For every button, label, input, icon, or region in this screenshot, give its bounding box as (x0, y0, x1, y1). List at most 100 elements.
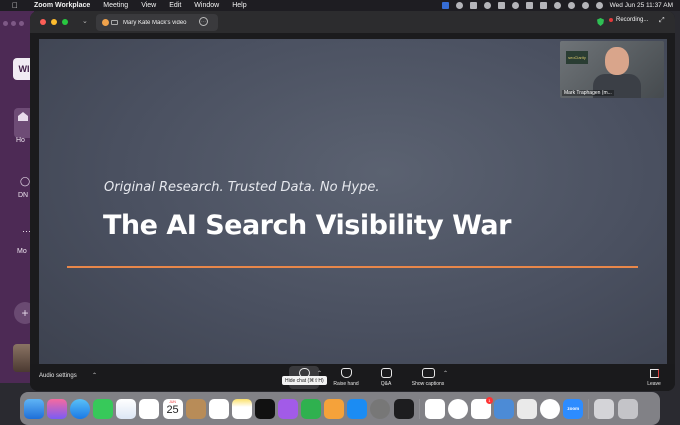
chat-tooltip: Hide chat (⌘⇧H) (282, 376, 327, 385)
launchpad-icon[interactable] (47, 398, 68, 419)
iphone-mirroring-icon[interactable] (393, 398, 414, 419)
app-store-icon[interactable] (347, 398, 368, 419)
recording-indicator[interactable]: Recording... (609, 17, 648, 23)
notes-icon[interactable] (231, 398, 252, 419)
screen-sharing-icon[interactable] (517, 398, 538, 419)
fullscreen-icon[interactable]: ⤢ (659, 17, 665, 25)
podcasts-icon[interactable] (278, 398, 299, 419)
menu-window[interactable]: Window (194, 2, 219, 9)
safari-icon[interactable] (70, 398, 91, 419)
window-controls (40, 19, 68, 25)
menu-meeting[interactable]: Meeting (103, 2, 128, 9)
sidebar-label-dms: DN (18, 192, 29, 199)
show-captions-button[interactable]: Show captions (411, 366, 445, 389)
close-window-button[interactable] (40, 19, 46, 25)
slack-icon[interactable]: 1 (470, 396, 493, 419)
apple-tv-icon[interactable] (254, 398, 275, 419)
chrome-icon[interactable] (447, 398, 468, 419)
status-area: Wed Jun 25 11:37 AM (441, 0, 680, 11)
leave-icon (649, 369, 659, 378)
slide-title: The AI Search Visibility War (103, 210, 511, 241)
audio-settings-button[interactable]: Audio settings (39, 373, 77, 379)
apple-menu-icon[interactable]:  (10, 1, 20, 10)
reminders-icon[interactable] (208, 398, 229, 419)
camera-icon[interactable] (497, 2, 505, 9)
menu-clock[interactable]: Wed Jun 25 11:37 AM (610, 2, 673, 9)
chatgpt-icon[interactable] (540, 398, 561, 419)
participant-avatar-icon (102, 19, 109, 26)
textedit-icon[interactable] (424, 398, 445, 419)
status-icon[interactable] (455, 2, 463, 9)
background-window-controls (3, 21, 24, 26)
bell-icon[interactable]: ◯ (20, 176, 30, 187)
calendar-day: 25 (166, 403, 179, 416)
zoom-status-icon[interactable] (441, 2, 449, 9)
photos-icon[interactable] (139, 398, 160, 419)
sidebar-label-more: Mo (17, 248, 27, 255)
chevron-up-icon[interactable]: ⌃ (92, 372, 97, 379)
leave-button[interactable]: Leave (642, 366, 666, 389)
slide-divider (67, 266, 638, 268)
finder-icon[interactable] (24, 398, 44, 419)
slide-subtitle: Original Research. Trusted Data. No Hype… (104, 180, 380, 195)
zoom-meeting-window: ⌄ Mary Kate Mack's video ⋯ Recording... … (30, 11, 675, 391)
sidebar-label-home: Ho (16, 137, 25, 144)
meeting-toolbar: Audio settings ⌃ Chat ⌃ Raise hand Q&A S… (30, 364, 675, 391)
zoom-label: zoom (567, 405, 580, 411)
menu-app-name[interactable]: Zoom Workplace (34, 2, 90, 9)
qa-label: Q&A (380, 381, 392, 387)
qa-icon (380, 368, 392, 378)
macos-dock: JUN 25 1 zoom (20, 392, 660, 425)
screen-share-icon (111, 20, 118, 25)
show-captions-label: Show captions (411, 381, 445, 387)
participant-head (605, 47, 629, 75)
window-titlebar: ⌄ Mary Kate Mack's video ⋯ Recording... … (30, 11, 675, 33)
numbers-icon[interactable] (301, 398, 322, 419)
background-app-window: WI Ho ◯ DN ⋯ Mo + (0, 11, 36, 383)
play-icon[interactable] (511, 2, 519, 9)
maps-icon[interactable] (116, 398, 137, 419)
menu-help[interactable]: Help (232, 2, 246, 9)
system-settings-icon[interactable] (370, 398, 391, 419)
security-shield-icon[interactable] (597, 18, 604, 26)
contacts-icon[interactable] (185, 398, 206, 419)
tab-options-icon[interactable]: ⋯ (199, 17, 208, 26)
dock-separator (418, 398, 420, 419)
calendar-icon[interactable]: JUN 25 (162, 398, 183, 419)
chevron-down-icon[interactable]: ⌄ (82, 17, 88, 25)
messages-icon[interactable] (93, 398, 114, 419)
recording-label: Recording... (616, 17, 649, 23)
control-center-icon[interactable] (581, 2, 589, 9)
menu-edit[interactable]: Edit (169, 2, 181, 9)
dock-separator (588, 398, 590, 419)
zoom-icon[interactable]: zoom (563, 398, 584, 419)
raise-hand-label: Raise hand (333, 381, 359, 387)
hand-icon (340, 368, 352, 378)
raise-hand-button[interactable]: Raise hand (331, 366, 361, 389)
pages-icon[interactable] (324, 398, 345, 419)
macos-menu-bar:  Zoom Workplace Meeting View Edit Windo… (0, 0, 680, 11)
cc-icon (421, 368, 435, 378)
notification-badge: 1 (485, 396, 493, 404)
status-icon[interactable] (525, 2, 533, 9)
leave-label: Leave (647, 381, 661, 387)
preview-icon[interactable] (493, 398, 514, 419)
battery-icon[interactable] (539, 2, 547, 9)
downloads-icon[interactable] (594, 398, 615, 419)
menu-view[interactable]: View (141, 2, 156, 9)
background-sign: seoClarity (566, 51, 588, 64)
qa-button[interactable]: Q&A (371, 366, 401, 389)
user-icon[interactable] (595, 2, 603, 9)
participant-name-label: Mark Traphagen (m... (562, 90, 614, 96)
captions-options-icon[interactable]: ⌃ (443, 370, 448, 377)
record-dot-icon (609, 18, 613, 22)
tab-title: Mary Kate Mack's video (123, 19, 187, 26)
bluetooth-icon[interactable] (469, 2, 477, 9)
status-icon[interactable] (483, 2, 491, 9)
wifi-icon[interactable] (553, 2, 561, 9)
search-icon[interactable] (567, 2, 575, 9)
self-view-video[interactable]: seoClarity Mark Traphagen (m... (560, 41, 664, 98)
trash-icon[interactable] (617, 398, 638, 419)
maximize-window-button[interactable] (62, 19, 68, 25)
minimize-window-button[interactable] (51, 19, 57, 25)
